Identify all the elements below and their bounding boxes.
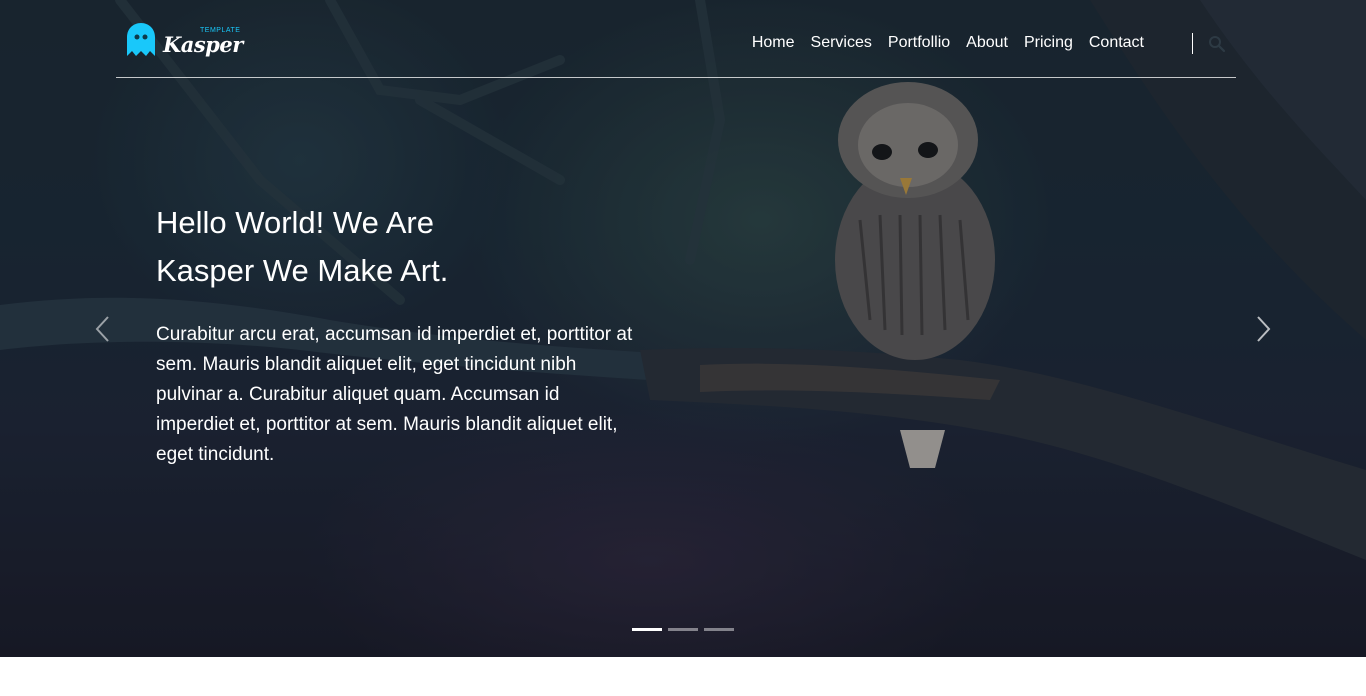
hero-title-line1: Hello World! We Are — [156, 205, 434, 240]
hero-content: Hello World! We Are Kasper We Make Art. … — [156, 199, 646, 470]
site-header: TEMPLATE Kasper Home Services Portfollio… — [116, 0, 1236, 78]
main-nav: Home Services Portfollio About Pricing C… — [744, 34, 1152, 52]
hero-slider: TEMPLATE Kasper Home Services Portfollio… — [0, 0, 1366, 657]
chevron-right-icon[interactable] — [1254, 314, 1274, 344]
logo[interactable]: TEMPLATE Kasper — [127, 23, 243, 61]
nav-link-pricing[interactable]: Pricing — [1016, 34, 1081, 52]
page-below-hero — [0, 657, 1366, 696]
slide-indicators — [632, 628, 734, 631]
chevron-left-icon[interactable] — [92, 314, 112, 344]
nav-link-contact[interactable]: Contact — [1081, 34, 1152, 52]
slide-indicator-1[interactable] — [632, 628, 662, 631]
slide-indicator-3[interactable] — [704, 628, 734, 631]
nav-divider — [1192, 33, 1193, 54]
nav-link-services[interactable]: Services — [803, 34, 880, 52]
nav-link-about[interactable]: About — [958, 34, 1016, 52]
hero-title-line2: Kasper We Make Art. — [156, 253, 449, 288]
nav-link-portfolio[interactable]: Portfollio — [880, 34, 958, 52]
logo-wordmark: Kasper — [163, 32, 243, 57]
nav-link-home[interactable]: Home — [744, 34, 803, 52]
hero-title: Hello World! We Are Kasper We Make Art. — [156, 199, 646, 295]
ghost-icon — [127, 23, 155, 56]
slide-indicator-2[interactable] — [668, 628, 698, 631]
hero-description: Curabitur arcu erat, accumsan id imperdi… — [156, 324, 633, 465]
search-icon[interactable] — [1208, 35, 1226, 53]
